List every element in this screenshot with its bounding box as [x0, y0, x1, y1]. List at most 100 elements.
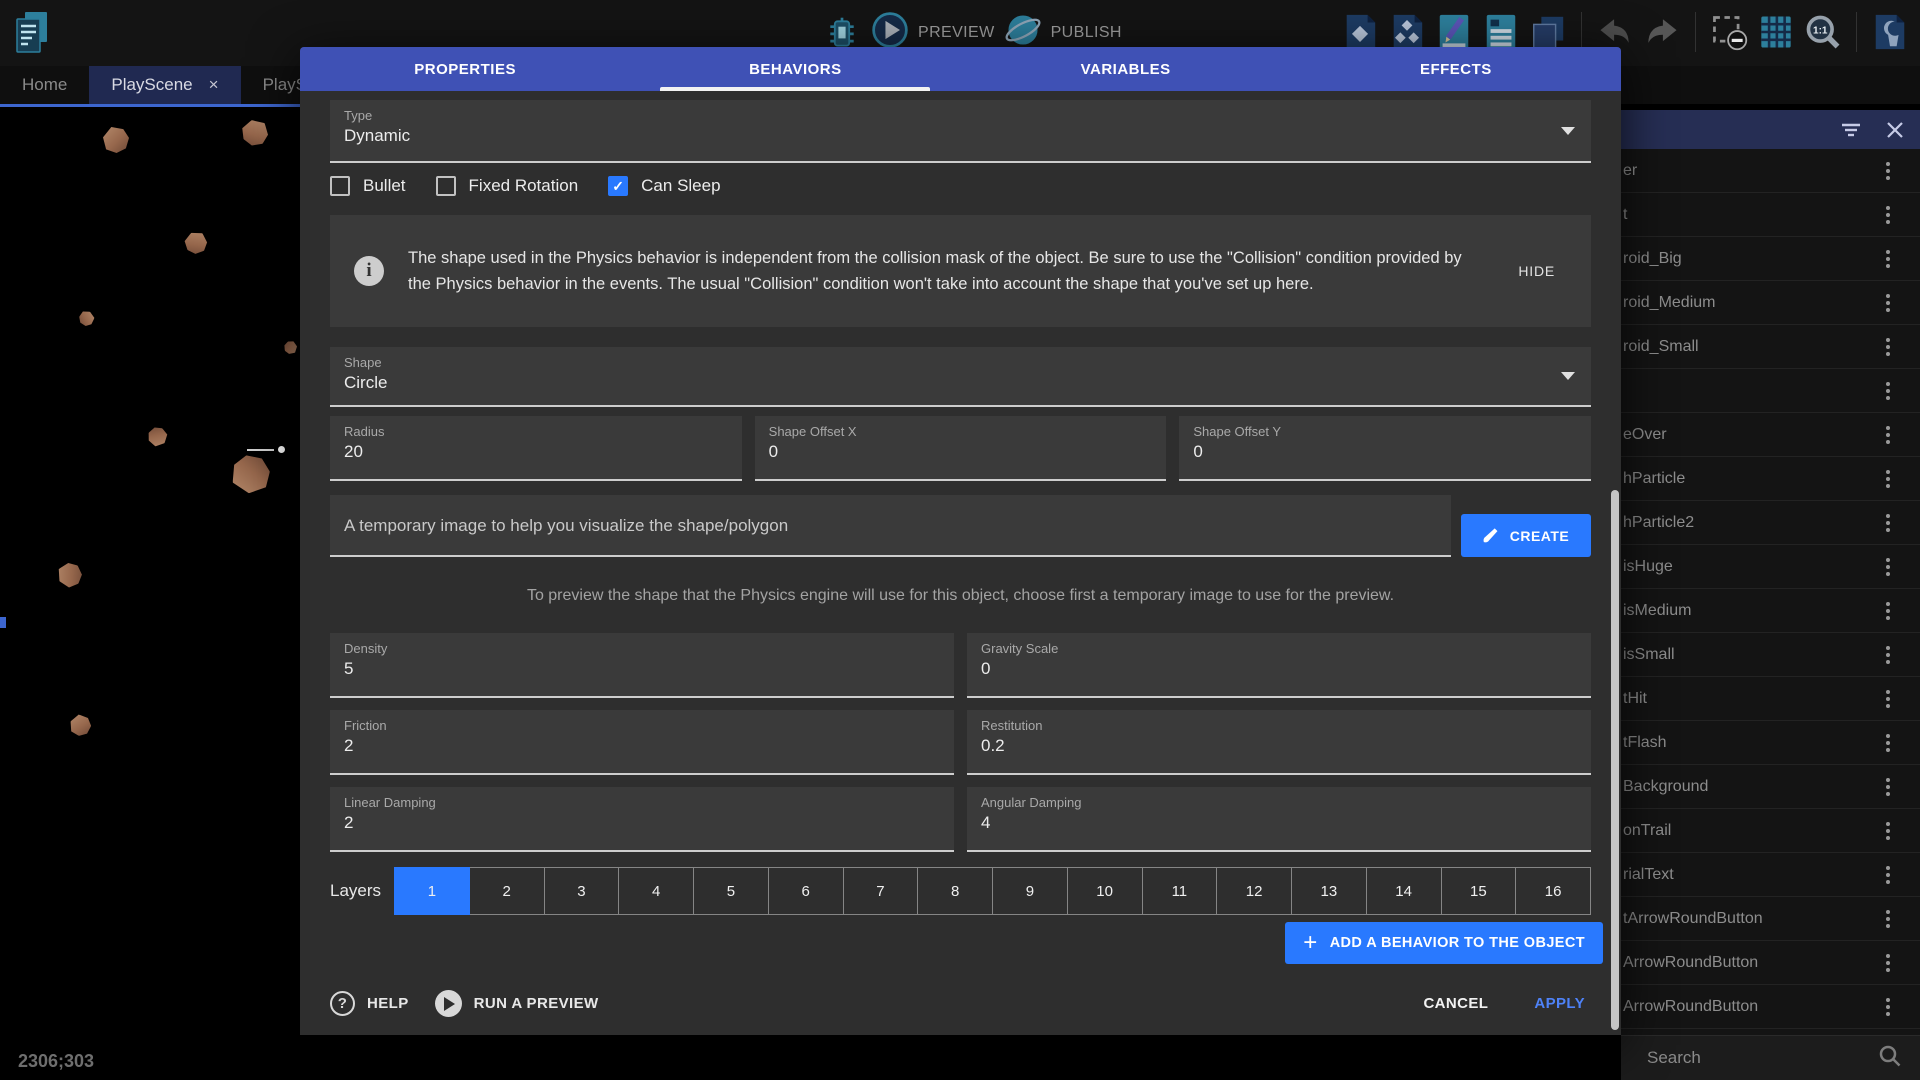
- object-menu-icon[interactable]: [1882, 948, 1894, 978]
- layer-button-3[interactable]: 3: [545, 867, 620, 915]
- object-menu-icon[interactable]: [1882, 992, 1894, 1022]
- dialog-tab-behaviors[interactable]: BEHAVIORS: [630, 47, 960, 91]
- asteroid-instance[interactable]: [238, 116, 273, 151]
- dialog-scrollbar[interactable]: [1611, 490, 1619, 1030]
- object-list-item[interactable]: tHit: [1621, 677, 1920, 721]
- object-menu-icon[interactable]: [1882, 288, 1894, 318]
- dialog-tab-variables[interactable]: VARIABLES: [961, 47, 1291, 91]
- field-input[interactable]: [1193, 442, 1557, 462]
- object-list-item[interactable]: isSmall: [1621, 633, 1920, 677]
- field-linear-damping[interactable]: Linear Damping: [330, 787, 954, 852]
- asteroid-instance[interactable]: [68, 713, 93, 738]
- grid-icon[interactable]: [1756, 10, 1796, 54]
- checkbox-bullet[interactable]: Bullet: [330, 176, 406, 196]
- object-menu-icon[interactable]: [1882, 816, 1894, 846]
- object-menu-icon[interactable]: [1882, 640, 1894, 670]
- object-list-item[interactable]: tArrowRoundButton: [1621, 897, 1920, 941]
- help-button[interactable]: ? HELP: [330, 991, 409, 1016]
- layer-button-14[interactable]: 14: [1367, 867, 1442, 915]
- object-menu-icon[interactable]: [1882, 332, 1894, 362]
- deselect-icon[interactable]: [1709, 10, 1749, 54]
- object-menu-icon[interactable]: [1882, 596, 1894, 626]
- field-radius[interactable]: Radius: [330, 416, 742, 481]
- field-gravity-scale[interactable]: Gravity Scale: [967, 633, 1591, 698]
- object-list-item[interactable]: er: [1621, 149, 1920, 193]
- object-list-item[interactable]: ArrowRoundButton: [1621, 941, 1920, 985]
- object-menu-icon[interactable]: [1882, 200, 1894, 230]
- field-input[interactable]: [981, 659, 1547, 679]
- close-panel-icon[interactable]: [1886, 121, 1904, 139]
- object-menu-icon[interactable]: [1882, 376, 1894, 406]
- asteroid-instance[interactable]: [282, 339, 299, 356]
- tab-playscene[interactable]: PlayScene ×: [89, 66, 240, 104]
- asteroid-instance[interactable]: [53, 558, 87, 592]
- object-list-item[interactable]: onTrail: [1621, 809, 1920, 853]
- object-menu-icon[interactable]: [1882, 508, 1894, 538]
- object-list-item[interactable]: hParticle: [1621, 457, 1920, 501]
- object-list-item[interactable]: roid_Small: [1621, 325, 1920, 369]
- object-list-item[interactable]: Background: [1621, 765, 1920, 809]
- layer-button-6[interactable]: 6: [769, 867, 844, 915]
- object-menu-icon[interactable]: [1882, 464, 1894, 494]
- field-friction[interactable]: Friction: [330, 710, 954, 775]
- apply-button[interactable]: APPLY: [1534, 995, 1585, 1012]
- layer-button-8[interactable]: 8: [918, 867, 993, 915]
- field-angular-damping[interactable]: Angular Damping: [967, 787, 1591, 852]
- shape-dropdown[interactable]: Shape Circle: [330, 347, 1591, 407]
- dialog-tab-effects[interactable]: EFFECTS: [1291, 47, 1621, 91]
- object-menu-icon[interactable]: [1882, 156, 1894, 186]
- run-preview-button[interactable]: RUN A PREVIEW: [435, 990, 599, 1017]
- temp-image-input[interactable]: [344, 516, 1382, 536]
- field-input[interactable]: [344, 442, 708, 462]
- selection-handle-dot[interactable]: [278, 446, 285, 453]
- field-shape-offset-x[interactable]: Shape Offset X: [755, 416, 1167, 481]
- field-input[interactable]: [981, 813, 1547, 833]
- layer-button-12[interactable]: 12: [1217, 867, 1292, 915]
- create-button[interactable]: CREATE: [1461, 514, 1591, 557]
- layer-button-16[interactable]: 16: [1516, 867, 1591, 915]
- field-input[interactable]: [769, 442, 1133, 462]
- layer-button-1[interactable]: 1: [394, 867, 470, 915]
- object-list-item[interactable]: hParticle2: [1621, 501, 1920, 545]
- object-menu-icon[interactable]: [1882, 772, 1894, 802]
- object-list-item[interactable]: eOver: [1621, 413, 1920, 457]
- object-menu-icon[interactable]: [1882, 904, 1894, 934]
- filter-icon[interactable]: [1840, 121, 1862, 139]
- field-density[interactable]: Density: [330, 633, 954, 698]
- project-manager-icon[interactable]: [12, 6, 52, 56]
- object-list-item[interactable]: roid_Medium: [1621, 281, 1920, 325]
- field-shape-offset-y[interactable]: Shape Offset Y: [1179, 416, 1591, 481]
- checkbox-can-sleep[interactable]: ✓Can Sleep: [608, 176, 720, 196]
- object-menu-icon[interactable]: [1882, 684, 1894, 714]
- object-list-item[interactable]: ArrowRoundButton: [1621, 985, 1920, 1029]
- object-list-item[interactable]: tFlash: [1621, 721, 1920, 765]
- layer-button-15[interactable]: 15: [1442, 867, 1517, 915]
- object-list-item[interactable]: roid_Big: [1621, 237, 1920, 281]
- asteroid-instance[interactable]: [230, 453, 271, 494]
- type-dropdown[interactable]: Type Dynamic: [330, 100, 1591, 163]
- layer-button-10[interactable]: 10: [1068, 867, 1143, 915]
- redo-icon[interactable]: [1642, 10, 1682, 54]
- object-list-item[interactable]: isHuge: [1621, 545, 1920, 589]
- layer-button-2[interactable]: 2: [470, 867, 545, 915]
- dialog-tab-properties[interactable]: PROPERTIES: [300, 47, 630, 91]
- layer-button-9[interactable]: 9: [993, 867, 1068, 915]
- field-input[interactable]: [344, 659, 910, 679]
- layer-button-5[interactable]: 5: [694, 867, 769, 915]
- object-list-item[interactable]: isMedium: [1621, 589, 1920, 633]
- layer-button-11[interactable]: 11: [1143, 867, 1218, 915]
- object-list-item[interactable]: rialText: [1621, 853, 1920, 897]
- zoom-original-icon[interactable]: 1:1: [1803, 10, 1843, 54]
- checkbox-fixed-rotation[interactable]: Fixed Rotation: [436, 176, 579, 196]
- object-menu-icon[interactable]: [1882, 244, 1894, 274]
- cancel-button[interactable]: CANCEL: [1423, 995, 1488, 1012]
- object-menu-icon[interactable]: [1882, 552, 1894, 582]
- selection-handle[interactable]: [247, 449, 274, 451]
- scene-settings-icon[interactable]: [1870, 10, 1910, 54]
- close-tab-icon[interactable]: ×: [209, 75, 219, 95]
- layer-button-4[interactable]: 4: [619, 867, 694, 915]
- tab-home[interactable]: Home: [0, 66, 89, 104]
- layer-button-7[interactable]: 7: [844, 867, 919, 915]
- hide-button[interactable]: HIDE: [1518, 263, 1555, 279]
- field-restitution[interactable]: Restitution: [967, 710, 1591, 775]
